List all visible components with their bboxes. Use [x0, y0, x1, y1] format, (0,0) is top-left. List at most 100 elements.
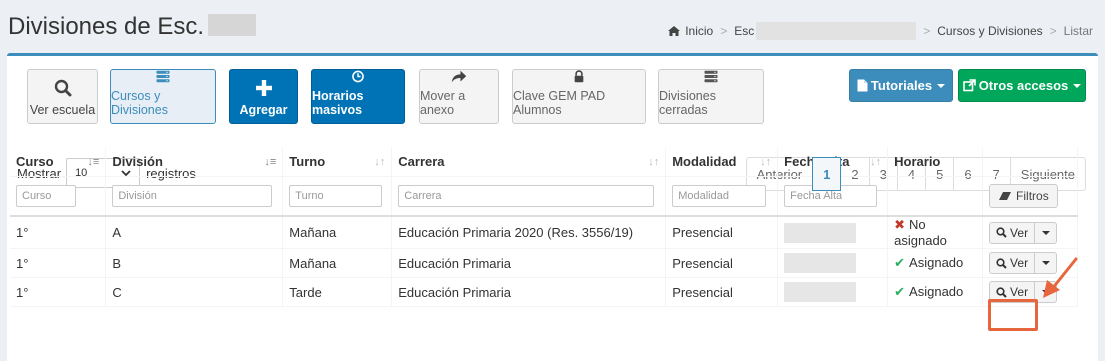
page-title: Divisiones de Esc. [8, 13, 257, 41]
cell-division: B [105, 248, 284, 278]
table-row: 1° A Mañana Educación Primaria 2020 (Res… [10, 216, 1078, 249]
breadcrumb-separator: > [1049, 24, 1057, 38]
ver-button-group: Ver [989, 252, 1058, 274]
filter-input-division[interactable]: División [112, 184, 273, 207]
column-header-curso[interactable]: Curso ↓≡ [10, 148, 107, 177]
sort-icon: ↓↑ [760, 156, 772, 168]
breadcrumb-section[interactable]: Cursos y Divisiones [937, 24, 1042, 38]
filter-input-carrera[interactable]: Carrera [398, 184, 655, 207]
divisions-table: Curso ↓≡ División ↓≡ Turno ↓↑ Carrera ↓↑ Mod… [10, 148, 1078, 307]
cell-horario: ✔ Asignado [887, 277, 984, 307]
agregar-button[interactable]: Agregar [229, 69, 298, 124]
ver-dropdown-toggle[interactable] [1035, 221, 1058, 244]
search-icon [996, 227, 1007, 238]
caret-down-icon [937, 83, 946, 88]
lock-icon [574, 70, 584, 83]
cursos-divisiones-button[interactable]: Cursos y Divisiones [110, 69, 216, 124]
home-icon [668, 26, 681, 36]
cell-turno: Mañana [282, 216, 393, 249]
mover-anexo-button[interactable]: Mover a anexo [419, 69, 499, 124]
check-icon: ✔ [894, 284, 906, 299]
table-header-row: Curso ↓≡ División ↓≡ Turno ↓↑ Carrera ↓↑ Mod… [10, 148, 1078, 177]
share-arrow-icon [451, 70, 467, 83]
search-icon [54, 79, 71, 97]
check-icon: ✔ [894, 255, 906, 270]
cell-carrera: Educación Primaria 2020 (Res. 3556/19) [391, 216, 667, 249]
search-icon [996, 286, 1007, 298]
ver-button[interactable]: Ver [989, 252, 1036, 274]
cell-modalidad: Presencial [665, 248, 779, 278]
breadcrumb-school[interactable]: Esc [734, 24, 754, 38]
cell-fecha-alta [777, 248, 889, 278]
filter-input-turno[interactable]: Turno [289, 184, 383, 207]
column-header-carrera[interactable]: Carrera ↓↑ [391, 148, 667, 177]
column-header-horario: Horario [887, 148, 984, 177]
otros-accesos-dropdown[interactable]: Otros accesos [958, 69, 1086, 102]
cell-fecha-alta [777, 277, 889, 307]
pagination-page-1[interactable]: 1 [812, 157, 842, 191]
cell-carrera: Educación Primaria [391, 277, 667, 307]
cell-actions: Ver [982, 277, 1078, 307]
cell-actions: Ver [982, 216, 1078, 249]
redacted-date [784, 253, 857, 273]
eraser-icon [999, 191, 1012, 200]
filtros-button[interactable]: Filtros [989, 183, 1058, 208]
divisiones-cerradas-button[interactable]: Divisiones cerradas [658, 69, 764, 124]
external-link-icon [962, 79, 976, 92]
cell-division: A [105, 216, 284, 249]
filter-input-modalidad[interactable]: Modalidad [672, 184, 767, 207]
ver-dropdown-toggle[interactable] [1035, 281, 1058, 303]
cell-curso: 1° [10, 277, 107, 307]
caret-down-icon [1073, 83, 1082, 88]
breadcrumb: Inicio > Esc > Cursos y Divisiones > Lis… [668, 22, 1093, 40]
search-icon [996, 257, 1007, 269]
column-header-modalidad[interactable]: Modalidad ↓↑ [665, 148, 779, 177]
sort-icon: ↓↑ [870, 156, 882, 168]
redacted-breadcrumb [756, 22, 917, 40]
breadcrumb-home[interactable]: Inicio [685, 24, 713, 38]
sort-icon: ↓↑ [648, 156, 660, 168]
table-row: 1° B Mañana Educación Primaria Presencia… [10, 248, 1078, 278]
column-header-actions [982, 148, 1078, 177]
server-icon [156, 70, 170, 83]
redacted-school-name [208, 14, 257, 36]
caret-down-icon [1041, 290, 1050, 294]
horarios-masivos-button[interactable]: Horarios masivos [311, 69, 405, 124]
plus-icon [255, 80, 272, 96]
clock-icon [352, 70, 364, 83]
caret-down-icon [1041, 261, 1050, 265]
cell-turno: Mañana [282, 248, 393, 278]
sort-asc-icon: ↓≡ [87, 156, 100, 168]
ver-button-group: Ver [989, 281, 1058, 303]
cell-curso: 1° [10, 248, 107, 278]
ver-button[interactable]: Ver [989, 281, 1036, 303]
cell-actions: Ver [982, 248, 1078, 278]
cell-curso: 1° [10, 216, 107, 249]
breadcrumb-separator: > [923, 24, 931, 38]
redacted-date [784, 222, 857, 243]
cell-fecha-alta [777, 216, 889, 249]
cell-horario: ✖ No asignado [887, 216, 984, 249]
server-icon [704, 70, 718, 83]
table-row: 1° C Tarde Educación Primaria Presencial… [10, 277, 1078, 307]
redacted-date [784, 282, 857, 302]
sort-icon: ↓↑ [374, 156, 386, 168]
clave-gem-button[interactable]: Clave GEM PAD Alumnos [512, 69, 646, 124]
filter-input-curso[interactable]: Curso [16, 184, 76, 207]
tutoriales-dropdown[interactable]: Tutoriales [849, 69, 953, 102]
ver-button-group: Ver [989, 221, 1058, 244]
cell-division: C [105, 277, 284, 307]
column-header-division[interactable]: División ↓≡ [105, 148, 284, 177]
ver-dropdown-toggle[interactable] [1035, 252, 1058, 274]
filter-row: Curso División Turno Carrera Modalidad F… [10, 176, 1078, 217]
content-header: Divisiones de Esc. Inicio > Esc > Cursos… [0, 0, 1105, 54]
cell-carrera: Educación Primaria [391, 248, 667, 278]
cell-modalidad: Presencial [665, 277, 779, 307]
column-header-turno[interactable]: Turno ↓↑ [282, 148, 393, 177]
times-icon: ✖ [894, 217, 906, 232]
ver-button[interactable]: Ver [989, 221, 1036, 244]
file-icon [857, 79, 868, 92]
ver-escuela-button[interactable]: Ver escuela [27, 69, 98, 124]
breadcrumb-current: Listar [1063, 24, 1093, 38]
cell-horario: ✔ Asignado [887, 248, 984, 278]
